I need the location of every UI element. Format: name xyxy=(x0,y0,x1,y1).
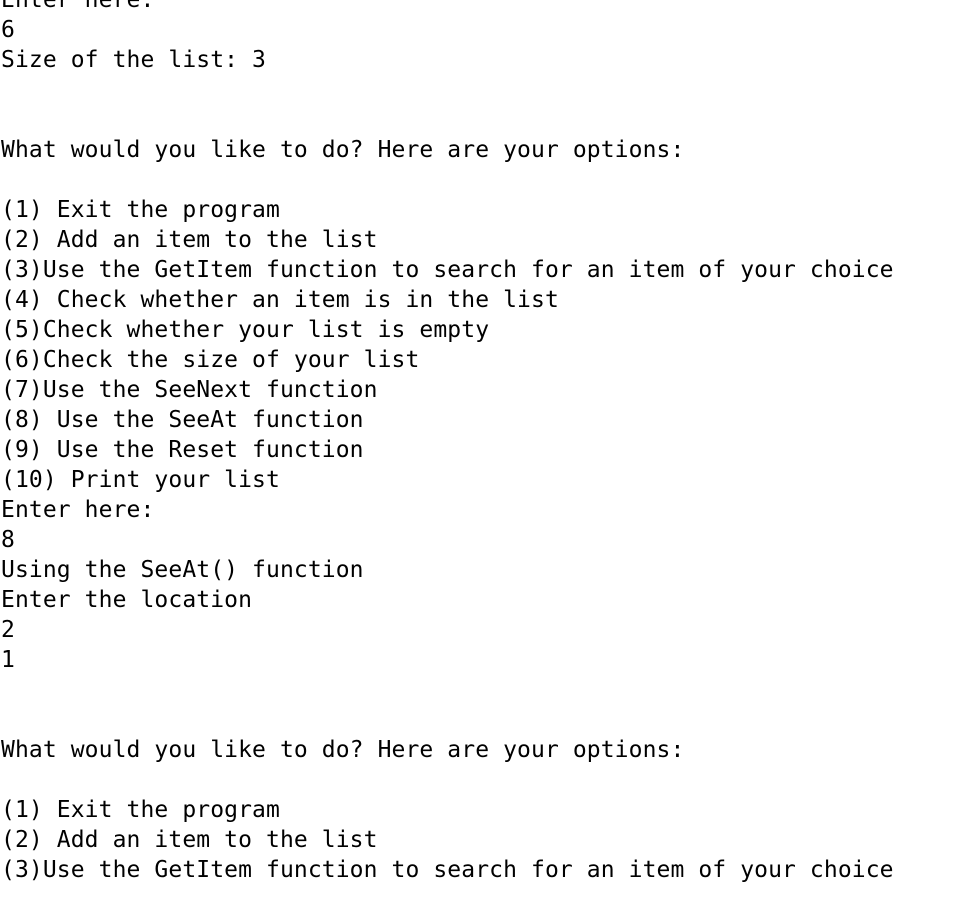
console-line: (9) Use the Reset function xyxy=(1,437,364,463)
console-line: (5)Check whether your list is empty xyxy=(1,317,490,343)
console-line: Using the SeeAt() function xyxy=(1,557,364,583)
console-line: (4) Check whether an item is in the list xyxy=(1,287,559,313)
console-line: (2) Add an item to the list xyxy=(1,827,378,853)
console-line: (2) Add an item to the list xyxy=(1,227,378,253)
console-line: Enter here: xyxy=(1,0,155,13)
console-line: (1) Exit the program xyxy=(1,197,280,223)
console-line: 1 xyxy=(1,647,15,673)
console-output: Enter here: 6 Size of the list: 3 What w… xyxy=(1,0,894,885)
console-line: What would you like to do? Here are your… xyxy=(1,137,685,163)
console-line: (8) Use the SeeAt function xyxy=(1,407,364,433)
console-line: (7)Use the SeeNext function xyxy=(1,377,378,403)
console-line: (1) Exit the program xyxy=(1,797,280,823)
console-line: (6)Check the size of your list xyxy=(1,347,420,373)
console-line: Size of the list: 3 xyxy=(1,47,266,73)
console-line: 2 xyxy=(1,617,15,643)
console-line: (3)Use the GetItem function to search fo… xyxy=(1,257,894,283)
console-line: What would you like to do? Here are your… xyxy=(1,737,685,763)
console-line: Enter here: xyxy=(1,497,155,523)
console-line: Enter the location xyxy=(1,587,253,613)
console-line: (3)Use the GetItem function to search fo… xyxy=(1,857,894,883)
console-line: 8 xyxy=(1,527,15,553)
console-line: 6 xyxy=(1,17,15,43)
console-line: (10) Print your list xyxy=(1,467,280,493)
